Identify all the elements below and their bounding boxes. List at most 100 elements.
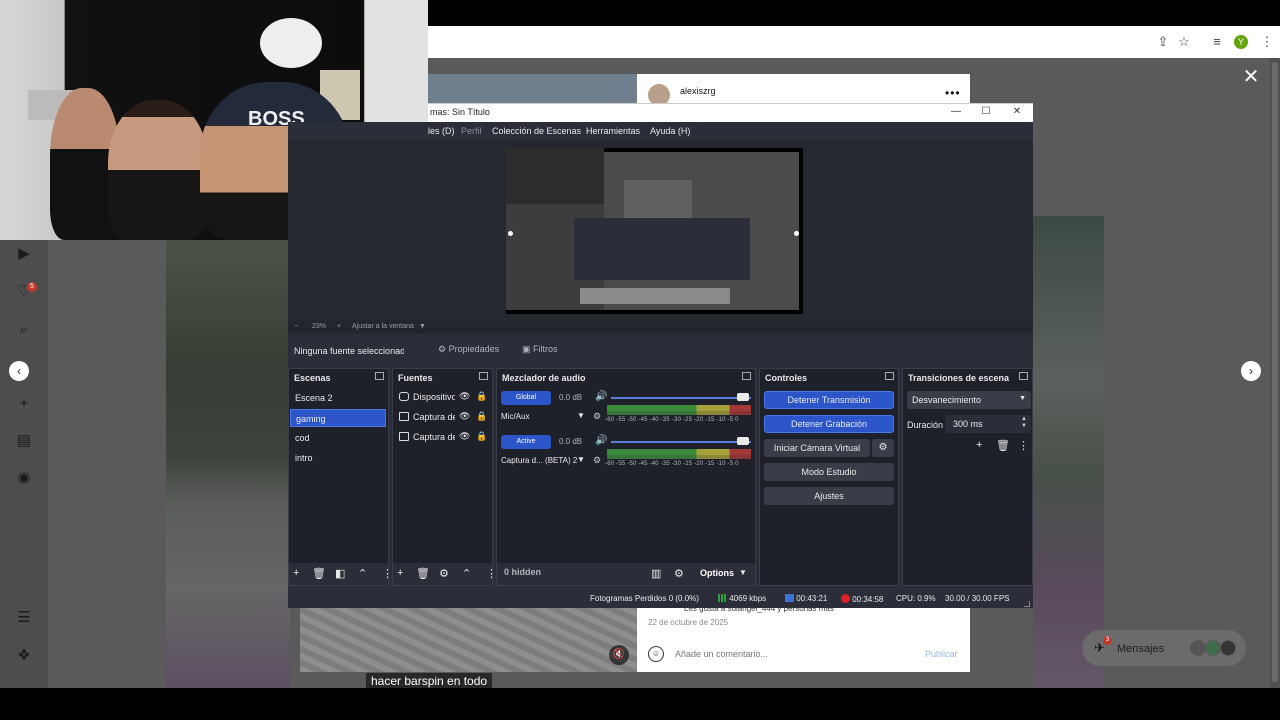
channel-tag[interactable]: Active bbox=[501, 435, 551, 449]
eye-icon[interactable]: 👁 bbox=[459, 391, 470, 402]
lock-icon[interactable]: 🔒 bbox=[476, 411, 487, 422]
next-post-arrow-icon[interactable]: › bbox=[1241, 361, 1261, 381]
prev-post-arrow-icon[interactable]: ‹ bbox=[9, 361, 29, 381]
post-username[interactable]: alexiszrg bbox=[680, 86, 716, 96]
volume-slider[interactable] bbox=[611, 397, 751, 399]
duration-input[interactable]: 300 ms ▲ ▼ bbox=[945, 415, 1031, 433]
wall-logo bbox=[260, 18, 322, 68]
stop-stream-button[interactable]: Detener Transmisión bbox=[764, 391, 894, 409]
volume-slider-knob[interactable] bbox=[737, 393, 749, 401]
gear-icon[interactable]: ⚙ bbox=[593, 455, 601, 466]
scene-item[interactable]: cod bbox=[290, 429, 386, 447]
chevron-down-icon[interactable]: ▼ bbox=[577, 411, 585, 420]
search-icon[interactable]: ⌕ bbox=[14, 320, 34, 340]
gear-icon[interactable]: ⚙ bbox=[593, 411, 601, 422]
menu-item-help[interactable]: Ayuda (H) bbox=[650, 126, 690, 136]
volume-slider-knob[interactable] bbox=[737, 437, 749, 445]
spinner-icon[interactable]: ▲ ▼ bbox=[1021, 416, 1027, 430]
volume-icon[interactable]: 🔊 bbox=[595, 435, 607, 446]
virtual-camera-button[interactable]: Iniciar Cámara Virtual bbox=[764, 439, 870, 457]
comment-input[interactable]: Añade un comentario... bbox=[675, 649, 768, 659]
preview-nested-bottom bbox=[580, 288, 730, 304]
maximize-icon[interactable]: ☐ bbox=[973, 104, 999, 120]
advanced-audio-icon[interactable]: ⚙ bbox=[674, 567, 684, 580]
zoom-out-button[interactable]: − bbox=[294, 323, 298, 330]
mute-icon[interactable]: 🔇 bbox=[609, 645, 629, 665]
properties-button[interactable]: ⚙ Propiedades bbox=[438, 344, 499, 355]
dashboard-icon[interactable]: ▤ bbox=[14, 431, 34, 451]
preview-canvas[interactable] bbox=[506, 148, 803, 314]
post-media[interactable] bbox=[300, 608, 637, 672]
source-item[interactable]: Captura de pantalla 👁 🔒 bbox=[399, 431, 491, 447]
filter-icon[interactable]: ◧ bbox=[335, 567, 345, 580]
menu-item-tools[interactable]: Herramientas bbox=[586, 126, 640, 136]
scene-item[interactable]: Escena 2 bbox=[290, 389, 386, 407]
create-icon[interactable]: + bbox=[14, 394, 34, 414]
undock-icon[interactable] bbox=[1019, 372, 1028, 380]
close-post-icon[interactable]: ✕ bbox=[1240, 66, 1262, 88]
add-icon[interactable]: + bbox=[976, 439, 982, 451]
bookmark-star-icon[interactable]: ☆ bbox=[1175, 33, 1193, 51]
reels-icon[interactable]: ▶ bbox=[14, 244, 34, 264]
move-up-icon[interactable]: ⌃ bbox=[358, 567, 367, 580]
menu-item-files[interactable]: les (D) bbox=[428, 126, 455, 136]
undock-icon[interactable] bbox=[885, 372, 894, 380]
menu-icon[interactable]: ☰ bbox=[14, 608, 34, 628]
post-options-icon[interactable]: ••• bbox=[945, 86, 961, 100]
source-item[interactable]: Dispositivo de captura 👁 🔒 bbox=[399, 391, 491, 407]
eye-icon[interactable]: 👁 bbox=[459, 431, 470, 442]
trash-icon[interactable]: 🗑 bbox=[416, 567, 430, 580]
install-icon[interactable]: ⇪ bbox=[1154, 33, 1172, 51]
zoom-in-button[interactable]: + bbox=[337, 323, 341, 330]
filters-button[interactable]: ▣ Filtros bbox=[522, 344, 558, 355]
gear-icon[interactable]: ⚙ bbox=[439, 567, 449, 580]
more-apps-icon[interactable]: ❖ bbox=[14, 646, 34, 666]
undock-icon[interactable] bbox=[742, 372, 751, 380]
resize-grip-icon[interactable] bbox=[1024, 601, 1030, 607]
layout-icon[interactable]: ▥ bbox=[651, 567, 661, 580]
kebab-menu-icon[interactable]: ⋮ bbox=[1258, 33, 1276, 51]
publish-button[interactable]: Publicar bbox=[925, 649, 958, 659]
trash-icon[interactable]: 🗑 bbox=[312, 567, 326, 580]
extensions-icon[interactable]: ≡ bbox=[1208, 33, 1226, 51]
transform-handle[interactable] bbox=[508, 231, 513, 236]
move-up-icon[interactable]: ⌃ bbox=[462, 567, 471, 580]
fit-window-button[interactable]: Ajustar a la ventana bbox=[352, 323, 414, 330]
menu-item-profile[interactable]: Perfil bbox=[461, 126, 482, 136]
emoji-icon[interactable]: ☺ bbox=[648, 646, 664, 662]
volume-slider[interactable] bbox=[611, 441, 751, 443]
transform-handle[interactable] bbox=[794, 231, 799, 236]
page-scrollbar-thumb[interactable] bbox=[1272, 62, 1278, 682]
trash-icon[interactable]: 🗑 bbox=[996, 439, 1010, 452]
undock-icon[interactable] bbox=[479, 372, 488, 380]
profile-avatar[interactable]: Y bbox=[1234, 35, 1248, 49]
scene-item[interactable]: intro bbox=[290, 449, 386, 467]
source-item[interactable]: Captura de ventana 👁 🔒 bbox=[399, 411, 491, 427]
eye-icon[interactable]: 👁 bbox=[459, 411, 470, 422]
scene-item-selected[interactable]: gaming bbox=[290, 409, 386, 427]
stop-recording-button[interactable]: Detener Grabación bbox=[764, 415, 894, 433]
menu-item-scene-collection[interactable]: Colección de Escenas bbox=[492, 126, 581, 136]
lock-icon[interactable]: 🔒 bbox=[476, 391, 487, 402]
volume-icon[interactable]: 🔊 bbox=[595, 391, 607, 402]
add-icon[interactable]: + bbox=[293, 567, 299, 579]
preview-nested-obs bbox=[574, 218, 750, 280]
close-icon[interactable]: ✕ bbox=[1004, 104, 1030, 120]
undock-icon[interactable] bbox=[375, 372, 384, 380]
filters-label: Filtros bbox=[533, 344, 558, 354]
lock-icon[interactable]: 🔒 bbox=[476, 431, 487, 442]
chevron-down-icon[interactable]: ▼ bbox=[419, 323, 426, 330]
add-icon[interactable]: + bbox=[397, 567, 403, 579]
channel-tag[interactable]: Global bbox=[501, 391, 551, 405]
threads-icon[interactable]: ◉ bbox=[14, 468, 34, 488]
options-button[interactable]: Options bbox=[700, 568, 734, 578]
studio-mode-button[interactable]: Modo Estudio bbox=[764, 463, 894, 481]
transition-select[interactable]: Desvanecimiento ▼ bbox=[907, 391, 1031, 409]
filter-icon: ▣ bbox=[522, 344, 531, 354]
chevron-down-icon[interactable]: ▼ bbox=[739, 568, 747, 577]
gear-icon[interactable]: ⚙ bbox=[872, 439, 894, 457]
chevron-down-icon[interactable]: ▼ bbox=[577, 455, 585, 464]
settings-button[interactable]: Ajustes bbox=[764, 487, 894, 505]
minimize-icon[interactable]: — bbox=[943, 104, 969, 120]
more-icon[interactable]: ⋮ bbox=[1018, 439, 1029, 452]
